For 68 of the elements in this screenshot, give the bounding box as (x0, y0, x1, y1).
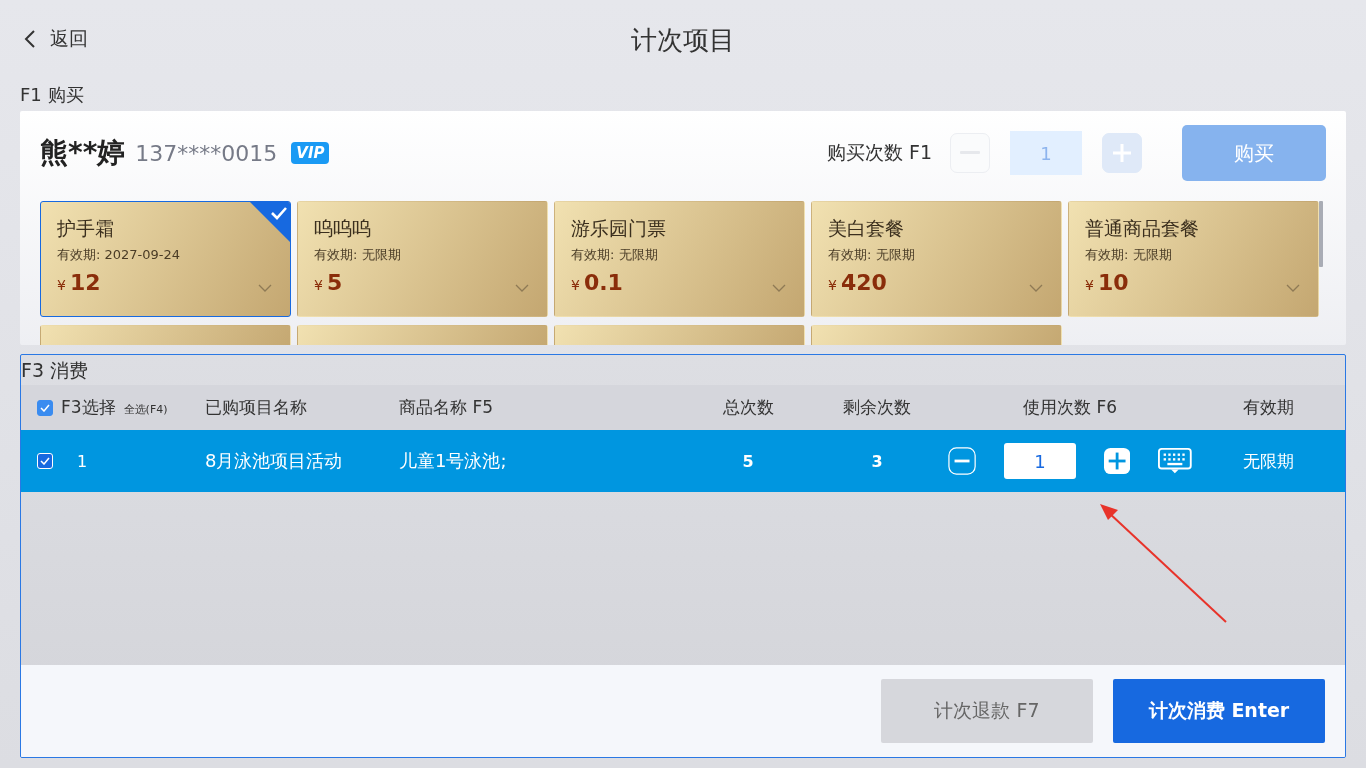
chevron-down-icon[interactable] (1286, 284, 1300, 292)
count-label: 购买次数 F1 (826, 140, 932, 165)
price: 10 (1097, 270, 1129, 295)
consume-button[interactable]: 计次消费 Enter (1113, 679, 1325, 743)
table-cell: 无限期 (1243, 449, 1294, 473)
table-cell: 5 (742, 451, 754, 471)
product-name: 呜呜呜 (314, 216, 372, 241)
row-checkbox[interactable] (37, 453, 53, 469)
customer-name: 熊**婷 (40, 135, 126, 171)
column-header: 使用次数 F6 (1023, 396, 1117, 419)
currency-symbol: ¥ (828, 277, 837, 293)
chevron-down-icon[interactable] (258, 284, 272, 292)
table-cell: 3 (871, 451, 883, 471)
price: 420 (840, 270, 887, 295)
product-card[interactable]: 呜呜呜 有效期: 无限期 ¥ 5 (297, 201, 548, 317)
section-label: F3 消费 (21, 358, 90, 383)
validity-text: 有效期: 无限期 (571, 246, 659, 264)
price: 5 (326, 270, 343, 295)
scrollbar[interactable] (1319, 201, 1323, 267)
validity-text: 有效期: 无限期 (1085, 246, 1173, 264)
column-header: 已购项目名称 (205, 396, 307, 419)
column-header: F3选择 (61, 396, 116, 419)
vip-badge: VIP (291, 142, 330, 164)
minus-icon[interactable] (948, 446, 977, 476)
product-name: 护手霜 (57, 216, 115, 241)
product-card[interactable]: 普通商品套餐 有效期: 无限期 ¥ 10 (1068, 201, 1319, 317)
column-header: 有效期 (1243, 396, 1294, 419)
chevron-down-icon[interactable] (515, 284, 529, 292)
currency-symbol: ¥ (571, 277, 580, 293)
refund-button[interactable]: 计次退款 F7 (881, 679, 1093, 743)
column-header: 总次数 (722, 396, 774, 419)
back-icon (24, 29, 36, 49)
select-all-checkbox[interactable] (37, 399, 53, 416)
validity-text: 有效期: 2027-09-24 (57, 246, 182, 264)
select-all-label[interactable]: 全选(F4) (123, 402, 168, 417)
checkmark-icon (40, 403, 50, 412)
plus-icon[interactable] (1104, 447, 1131, 475)
page-title: 计次项目 (631, 23, 735, 57)
keyboard-icon[interactable] (1158, 447, 1192, 475)
product-card[interactable]: 游乐园门票 有效期: 无限期 ¥ 0.1 (554, 201, 805, 317)
table-row[interactable]: 1 8月泳池项目活动 儿童1号泳池; 5 3 1 无限期 (21, 430, 1345, 492)
checkmark-icon (40, 457, 50, 465)
column-header: 商品名称 F5 (399, 396, 493, 419)
chevron-down-icon[interactable] (1029, 284, 1043, 292)
use-count-field[interactable]: 1 (1004, 443, 1077, 479)
column-header: 剩余次数 (843, 396, 911, 419)
product-name: 美白套餐 (828, 216, 905, 241)
product-name: 普通商品套餐 (1085, 216, 1200, 241)
currency-symbol: ¥ (314, 277, 323, 293)
plus-button[interactable] (1102, 133, 1142, 173)
validity-text: 有效期: 无限期 (314, 246, 402, 264)
plus-icon (1112, 143, 1132, 163)
currency-symbol: ¥ (57, 277, 66, 293)
checkmark-corner-icon (250, 202, 290, 242)
phone-number: 137****0015 (135, 140, 278, 166)
table-cell: 1 (77, 451, 88, 471)
back-link[interactable]: 返回 (24, 26, 88, 52)
price: 12 (69, 270, 101, 295)
table-cell: 8月泳池项目活动 (205, 449, 343, 473)
product-card[interactable]: 护手霜 有效期: 2027-09-24 ¥ 12 (40, 201, 291, 317)
validity-text: 有效期: 无限期 (828, 246, 916, 264)
chevron-down-icon[interactable] (772, 284, 786, 292)
product-name: 游乐园门票 (571, 216, 667, 241)
section-label: F1 购买 (20, 83, 85, 107)
price: 0.1 (583, 270, 623, 295)
currency-symbol: ¥ (1085, 277, 1094, 293)
product-card[interactable]: 美白套餐 有效期: 无限期 ¥ 420 (811, 201, 1062, 317)
table-cell: 儿童1号泳池; (399, 449, 507, 473)
